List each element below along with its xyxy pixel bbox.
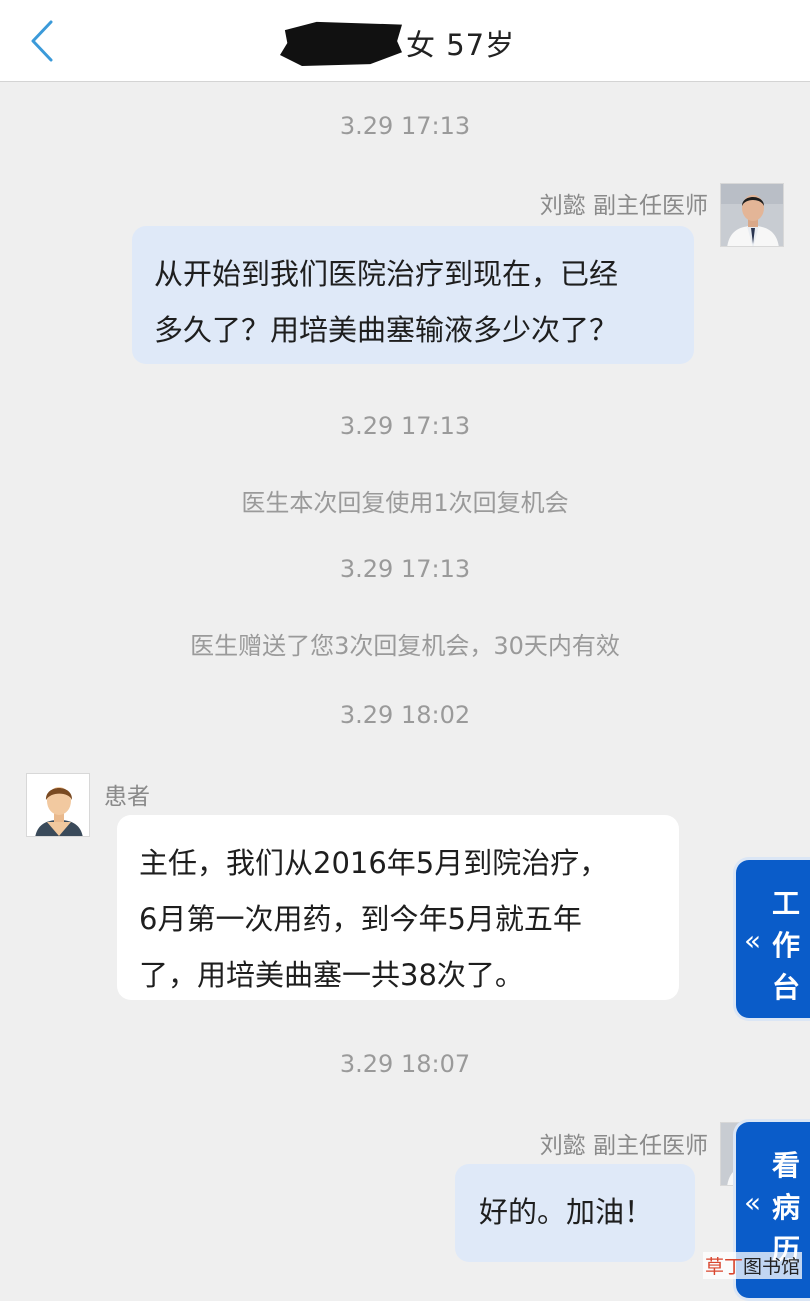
message-line: 了，用培美曲塞一共38次了。 [139,958,524,992]
doctor-avatar-icon [721,184,783,246]
patient-avatar[interactable] [26,773,90,837]
doctor-message-bubble: 好的。加油！ [455,1164,695,1262]
sender-name-doctor: 刘懿 副主任医师 [539,193,708,219]
records-label-char: 看 [772,1149,801,1182]
timestamp: 3.29 18:07 [339,1050,471,1078]
patient-message-bubble: 主任，我们从2016年5月到院治疗， 6月第一次用药，到今年5月就五年 了，用培… [117,815,679,1000]
patient-info: 女 57岁 [406,28,516,62]
message-line: 主任，我们从2016年5月到院治疗， [139,846,609,880]
page-title: 女 57岁 [280,18,515,68]
system-notice: 医生本次回复使用1次回复机会 [241,489,569,517]
sender-name-patient: 患者 [104,784,150,810]
message-line: 多久了？用培美曲塞输液多少次了？ [154,313,619,347]
system-notice: 医生赠送了您3次回复机会，30天内有效 [190,632,620,660]
watermark-part: 图书馆 [742,1256,800,1278]
workbench-label-char: 台 [772,971,801,1004]
workbench-button[interactable]: « 工 作 台 [733,857,810,1021]
records-label-char: 病 [772,1191,801,1224]
double-chevron-left-icon: « [744,924,762,957]
message-line: 6月第一次用药，到今年5月就五年 [139,902,582,936]
redacted-name [280,21,402,66]
message-line: 好的。加油！ [479,1195,654,1229]
doctor-message-bubble: 从开始到我们医院治疗到现在，已经 多久了？用培美曲塞输液多少次了？ [132,226,694,364]
top-bar: 女 57岁 [0,0,810,82]
workbench-label-char: 作 [772,929,801,962]
sender-name-doctor: 刘懿 副主任医师 [539,1133,708,1159]
timestamp: 3.29 17:13 [339,112,471,140]
watermark-part: 草丁 [704,1256,743,1278]
double-chevron-left-icon: « [744,1186,762,1219]
watermark: 草丁图书馆 [702,1252,802,1279]
chevron-left-icon [31,20,53,62]
patient-avatar-icon [27,774,89,836]
doctor-avatar[interactable] [720,183,784,247]
workbench-label-char: 工 [772,887,801,920]
message-line: 从开始到我们医院治疗到现在，已经 [154,257,619,291]
timestamp: 3.29 18:02 [339,701,471,729]
timestamp: 3.29 17:13 [339,412,471,440]
back-button[interactable] [22,16,62,66]
timestamp: 3.29 17:13 [339,555,471,583]
